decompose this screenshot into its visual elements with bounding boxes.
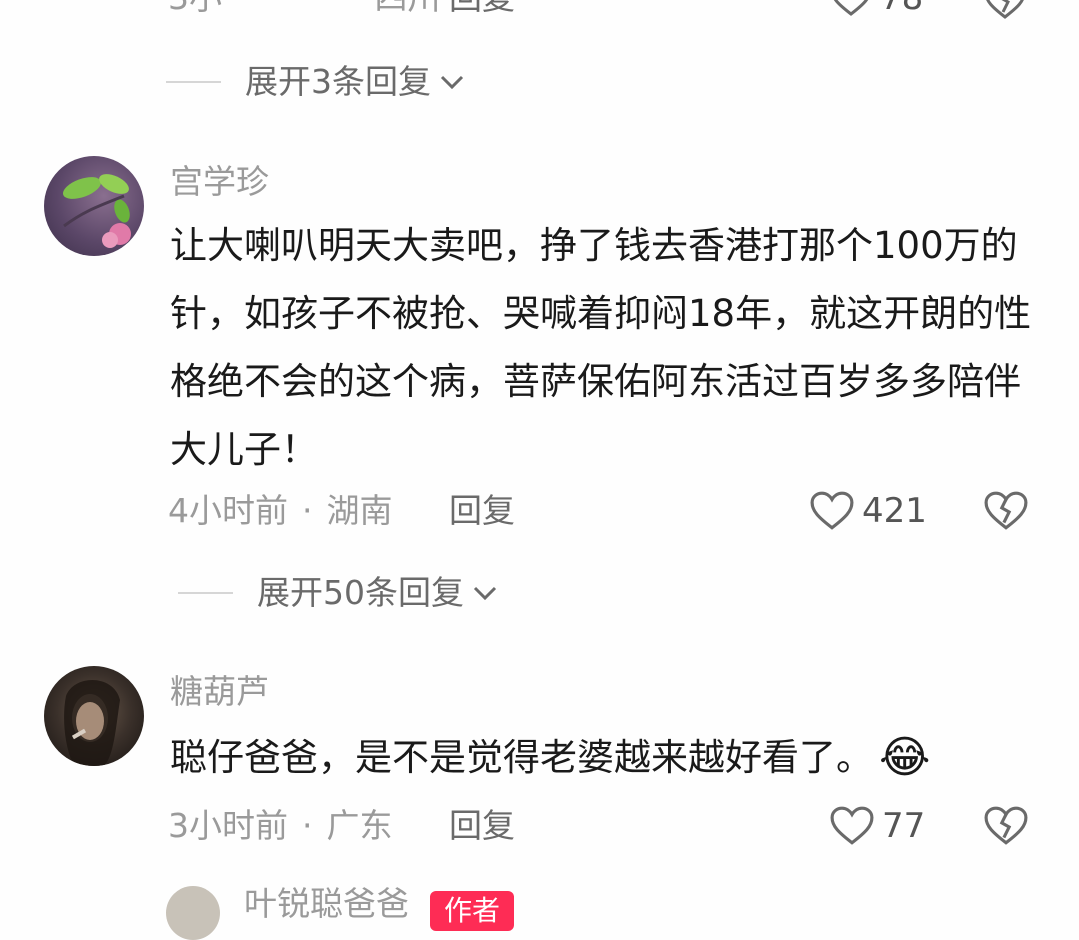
comment-text-row: 聪仔爸爸，是不是觉得老婆越来越好看了。 😂 [170, 724, 1045, 792]
heart-icon [833, 0, 869, 16]
expand-replies-label: 展开3条回复 [245, 62, 431, 101]
comment-text: 聪仔爸爸，是不是觉得老婆越来越好看了。 [170, 736, 873, 779]
reply-button[interactable]: 回复 [449, 806, 515, 846]
comment-location: 四川 [375, 0, 441, 18]
like-count: 77 [882, 806, 926, 846]
avatar[interactable] [166, 886, 220, 940]
broken-heart-icon [986, 0, 1024, 19]
comment-location: 广东 [326, 806, 393, 845]
heart-icon [830, 806, 874, 845]
comment-time: 3小时前 [168, 806, 288, 845]
author-badge: 作者 [430, 891, 515, 931]
chevron-down-icon [473, 586, 497, 601]
like-button[interactable]: 78 [830, 0, 923, 18]
reply-button[interactable]: 回复 [449, 0, 515, 18]
broken-heart-icon [984, 806, 1028, 845]
expand-replies-label: 展开50条回复 [257, 573, 464, 612]
laughing-crying-emoji: 😂 [879, 732, 931, 783]
divider-line [178, 592, 233, 594]
avatar[interactable] [44, 666, 144, 766]
divider-line [166, 81, 221, 83]
username[interactable]: 宫学珍 [170, 162, 269, 202]
top-comment-meta: 3小 · 四川 [168, 0, 441, 18]
username[interactable]: 叶锐聪爸爸 [244, 884, 409, 924]
username[interactable]: 糖葫芦 [170, 672, 269, 712]
dislike-button[interactable] [984, 0, 1026, 24]
dislike-button[interactable] [984, 806, 1028, 850]
comment-time: 4小时前 [168, 491, 288, 530]
meta-separator: · [302, 806, 313, 845]
chevron-down-icon [440, 75, 464, 90]
heart-icon [810, 491, 854, 530]
dislike-button[interactable] [984, 491, 1028, 535]
meta-separator: · [350, 0, 361, 18]
broken-heart-icon [984, 491, 1028, 530]
like-button[interactable]: 421 [810, 491, 927, 531]
expand-replies-button[interactable]: 展开50条回复 [178, 573, 498, 613]
comment-text: 让大喇叭明天大卖吧，挣了钱去香港打那个100万的针，如孩子不被抢、哭喊着抑闷18… [170, 224, 1032, 471]
reply-button[interactable]: 回复 [449, 491, 515, 531]
comment-meta: 3小时前 · 广东 [168, 806, 393, 846]
like-button[interactable]: 77 [830, 806, 925, 846]
like-count: 78 [880, 0, 923, 18]
portrait-avatar-image [64, 679, 120, 766]
expand-replies-button[interactable]: 展开3条回复 [166, 62, 465, 102]
comment-time: 3小 [168, 0, 222, 18]
avatar[interactable] [44, 156, 144, 256]
comment-location: 湖南 [326, 491, 393, 530]
like-count: 421 [862, 491, 927, 531]
comment-meta: 4小时前 · 湖南 [168, 491, 393, 531]
flower-avatar-image [62, 174, 131, 248]
meta-separator: · [302, 491, 313, 530]
